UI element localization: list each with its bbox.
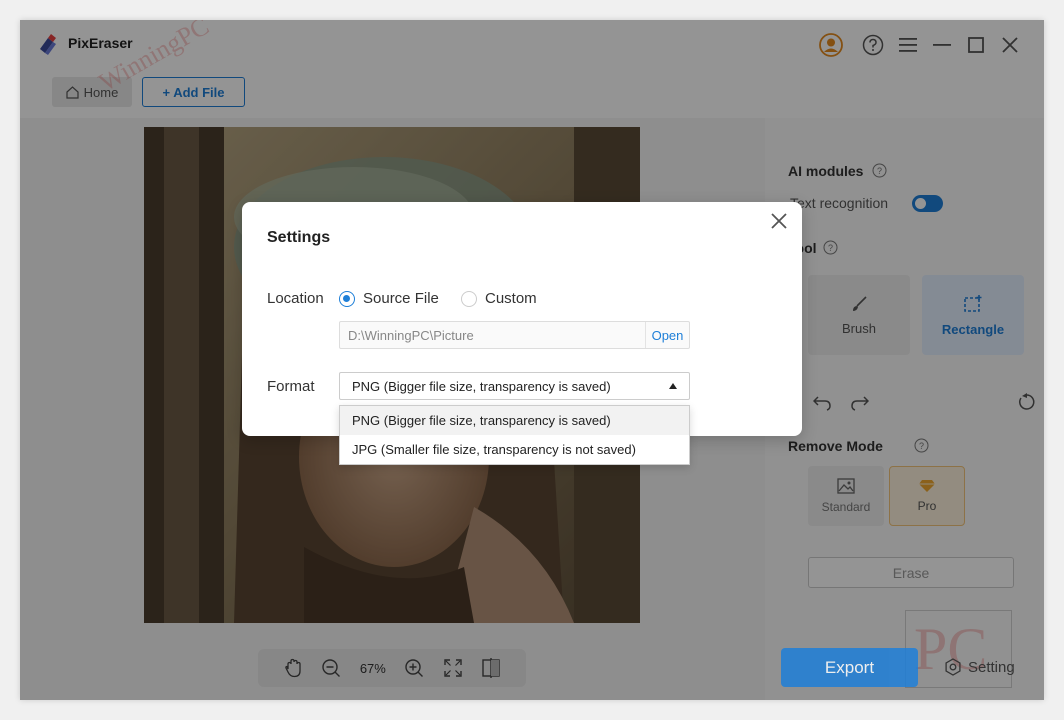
setting-button[interactable]: Setting xyxy=(944,658,1015,676)
source-file-label: Source File xyxy=(363,290,439,307)
custom-label: Custom xyxy=(485,290,537,307)
format-dropdown-list: PNG (Bigger file size, transparency is s… xyxy=(339,405,690,465)
location-path-value: D:\WinningPC\Picture xyxy=(348,328,474,343)
dropdown-arrow-icon xyxy=(669,383,677,389)
source-file-radio-indicator xyxy=(339,290,355,307)
app-window: PixEraser Home + Add File 67% AI modules… xyxy=(20,20,1044,700)
location-label: Location xyxy=(267,290,324,307)
open-folder-button[interactable]: Open xyxy=(645,322,689,348)
format-selected-value: PNG (Bigger file size, transparency is s… xyxy=(352,379,611,394)
source-file-radio[interactable]: Source File xyxy=(339,290,439,307)
setting-label: Setting xyxy=(968,658,1015,676)
export-button[interactable]: Export xyxy=(781,648,918,687)
dialog-close-icon[interactable] xyxy=(769,211,789,231)
custom-radio[interactable]: Custom xyxy=(461,290,537,307)
format-select[interactable]: PNG (Bigger file size, transparency is s… xyxy=(339,372,690,400)
gear-icon xyxy=(945,658,961,676)
format-option-png[interactable]: PNG (Bigger file size, transparency is s… xyxy=(340,406,689,435)
dialog-title: Settings xyxy=(267,229,331,246)
settings-dialog: Settings Location Source File Custom D:\… xyxy=(242,202,802,436)
location-path-field: D:\WinningPC\Picture Open xyxy=(339,321,690,349)
format-label: Format xyxy=(267,378,315,395)
format-option-jpg[interactable]: JPG (Smaller file size, transparency is … xyxy=(340,435,689,464)
custom-radio-indicator xyxy=(461,290,477,307)
